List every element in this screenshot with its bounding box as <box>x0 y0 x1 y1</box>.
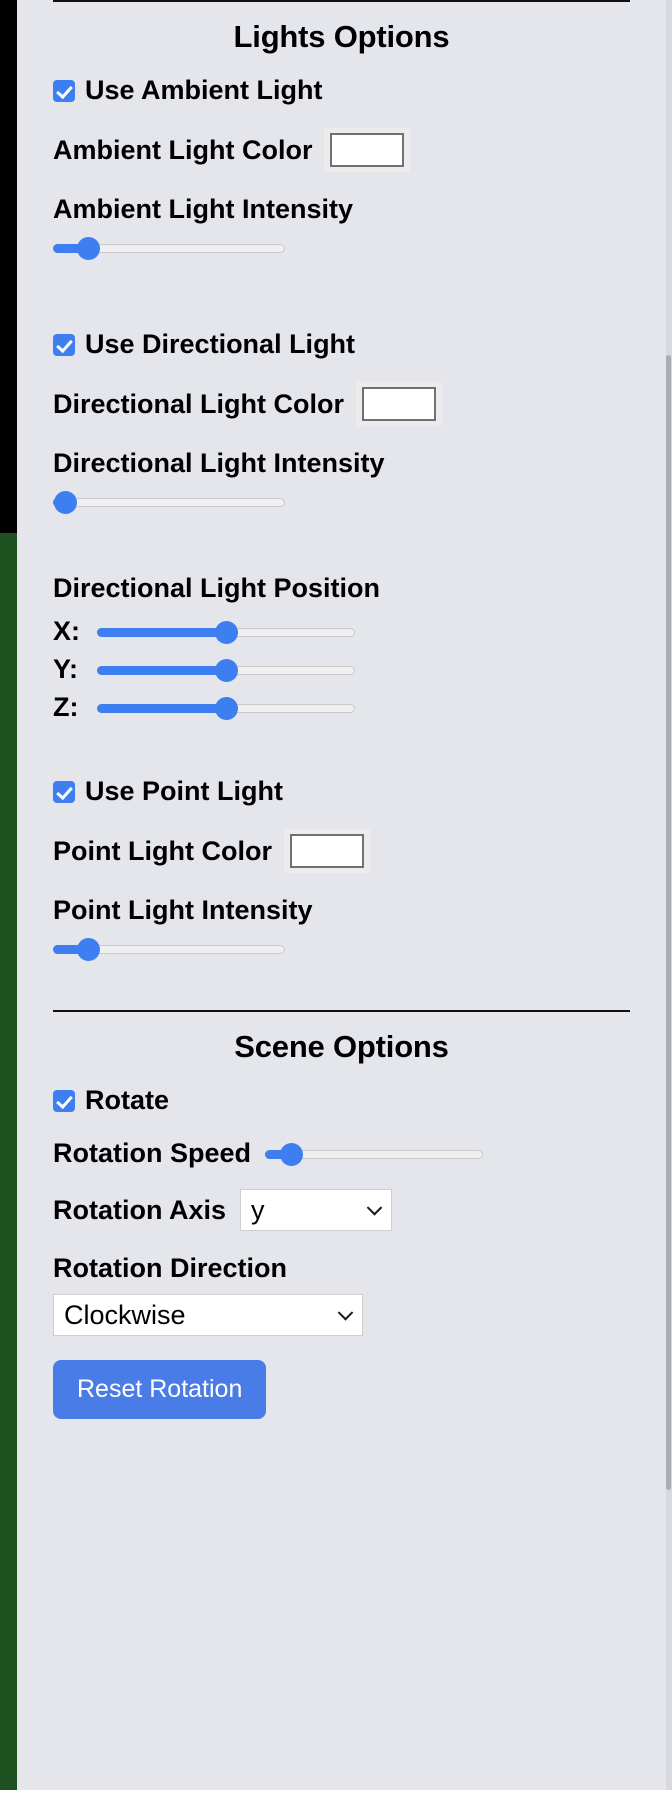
slider-fill <box>97 703 226 713</box>
use-ambient-light-label: Use Ambient Light <box>85 75 323 105</box>
lights-section-divider <box>53 0 630 2</box>
slider-fill <box>97 665 226 675</box>
directional-position-z-row[interactable]: Z: <box>53 692 630 723</box>
point-light-intensity-slider[interactable] <box>53 938 285 961</box>
page-bottom-strip <box>0 1790 672 1800</box>
ambient-light-intensity-label: Ambient Light Intensity <box>53 194 353 224</box>
rotation-direction-select[interactable]: Clockwise <box>53 1294 363 1336</box>
slider-thumb[interactable] <box>215 620 238 644</box>
rotation-speed-row: Rotation Speed <box>53 1138 630 1169</box>
rotation-direction-label: Rotation Direction <box>53 1253 287 1283</box>
chevron-down-icon <box>337 1305 354 1321</box>
use-directional-light-checkbox[interactable] <box>53 333 75 356</box>
rotation-speed-slider[interactable] <box>265 1142 484 1166</box>
directional-position-x-slider[interactable] <box>97 620 355 644</box>
controls-panel: Lights Options Use Ambient Light Ambient… <box>17 0 666 1790</box>
use-ambient-light-checkbox[interactable] <box>53 79 75 102</box>
directional-light-position-label: Directional Light Position <box>53 573 381 603</box>
chevron-down-icon <box>366 1200 383 1216</box>
rotate-label: Rotate <box>85 1085 170 1115</box>
ambient-light-color-row: Ambient Light Color <box>53 128 630 172</box>
rotation-speed-label: Rotation Speed <box>53 1138 252 1168</box>
axis-y-label: Y: <box>53 654 78 684</box>
scene-section-divider <box>53 1010 630 1012</box>
use-ambient-light-row[interactable]: Use Ambient Light <box>53 75 630 106</box>
rotation-axis-label: Rotation Axis <box>53 1194 227 1225</box>
ambient-light-color-label: Ambient Light Color <box>53 134 313 165</box>
directional-light-color-row: Directional Light Color <box>53 382 630 426</box>
rotate-checkbox[interactable] <box>53 1089 75 1112</box>
slider-thumb[interactable] <box>54 491 77 514</box>
directional-position-z-slider[interactable] <box>97 696 355 720</box>
point-light-intensity-label: Point Light Intensity <box>53 895 313 925</box>
rotation-direction-value: Clockwise <box>64 1299 186 1330</box>
directional-light-intensity-slider[interactable] <box>53 491 285 514</box>
directional-light-color-swatch-wrap[interactable] <box>356 382 443 426</box>
viewport-edge-green <box>0 533 17 1790</box>
slider-thumb[interactable] <box>280 1142 304 1166</box>
use-directional-light-row[interactable]: Use Directional Light <box>53 329 630 360</box>
ambient-light-intensity-slider[interactable] <box>53 237 285 260</box>
directional-light-color-label: Directional Light Color <box>53 388 345 419</box>
rotation-axis-select[interactable]: y <box>240 1189 393 1231</box>
use-point-light-label: Use Point Light <box>85 776 283 806</box>
scene-options-title: Scene Options <box>234 1029 449 1064</box>
slider-track <box>53 498 285 507</box>
rotation-axis-value: y <box>251 1194 265 1225</box>
app-screen: Lights Options Use Ambient Light Ambient… <box>0 0 672 1800</box>
directional-light-color-swatch[interactable] <box>362 387 437 421</box>
axis-z-label: Z: <box>53 692 79 722</box>
slider-fill <box>97 627 226 637</box>
point-light-color-row: Point Light Color <box>53 829 630 873</box>
point-light-color-swatch[interactable] <box>289 834 364 868</box>
lights-options-title: Lights Options <box>233 19 450 54</box>
scrollbar-thumb[interactable] <box>666 355 671 1490</box>
directional-light-intensity-label: Directional Light Intensity <box>53 448 385 478</box>
slider-thumb[interactable] <box>77 938 100 961</box>
point-light-color-label: Point Light Color <box>53 835 272 866</box>
ambient-light-color-swatch-wrap[interactable] <box>324 128 411 172</box>
directional-position-x-row[interactable]: X: <box>53 616 630 647</box>
slider-thumb[interactable] <box>215 658 238 682</box>
slider-thumb[interactable] <box>215 696 238 720</box>
directional-position-y-row[interactable]: Y: <box>53 654 630 685</box>
rotation-axis-row: Rotation Axis y <box>53 1189 630 1231</box>
directional-position-y-slider[interactable] <box>97 658 355 682</box>
axis-x-label: X: <box>53 616 80 646</box>
slider-thumb[interactable] <box>77 237 100 260</box>
use-directional-light-label: Use Directional Light <box>85 329 356 359</box>
ambient-light-color-swatch[interactable] <box>330 133 405 167</box>
viewport-edge-dark <box>0 0 17 533</box>
rotate-row[interactable]: Rotate <box>53 1085 630 1116</box>
point-light-color-swatch-wrap[interactable] <box>283 829 370 873</box>
use-point-light-checkbox[interactable] <box>53 780 75 803</box>
reset-rotation-button[interactable]: Reset Rotation <box>53 1360 267 1419</box>
use-point-light-row[interactable]: Use Point Light <box>53 776 630 807</box>
